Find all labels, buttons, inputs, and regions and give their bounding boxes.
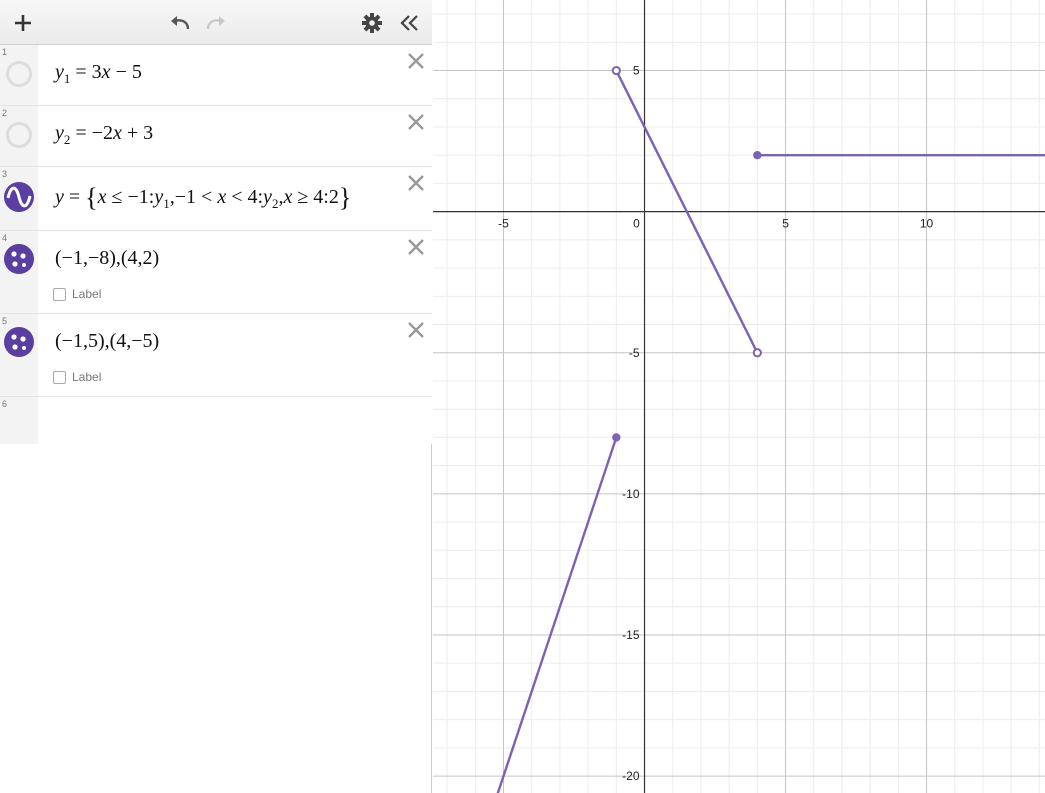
point-dots-icon[interactable] — [3, 243, 35, 275]
expression-number: 6 — [2, 399, 8, 409]
redo-icon — [206, 16, 225, 30]
x-tick-label: 0 — [633, 217, 640, 231]
close-icon[interactable] — [406, 237, 426, 257]
graph-wave-icon[interactable] — [3, 181, 35, 213]
undo-icon — [171, 16, 190, 30]
hidden-circle-icon[interactable] — [3, 58, 35, 90]
toolbar — [0, 0, 432, 45]
piecewise-curve[interactable] — [495, 69, 1045, 793]
expression-latex[interactable]: y2 = −2x + 3 — [55, 122, 153, 148]
expression-row-5[interactable]: 5 (−1,5),(4,−5) Label — [0, 314, 432, 397]
expression-gutter: 1 — [0, 45, 38, 105]
closed-point — [753, 151, 762, 160]
expression-row-6[interactable]: 6 — [0, 397, 432, 444]
expression-latex[interactable]: y = {x ≤ −1:y1,−1 < x < 4:y2,x ≥ 4:2} — [55, 183, 351, 213]
expression-row-2[interactable]: 2 y2 = −2x + 3 — [0, 106, 432, 167]
label-text: Label — [72, 370, 102, 384]
y-tick-label: -15 — [622, 628, 640, 642]
x-tick-label: -5 — [498, 217, 509, 231]
axes — [433, 0, 1045, 793]
close-icon[interactable] — [406, 320, 426, 340]
label-toggle[interactable]: Label — [53, 287, 101, 301]
expression-latex[interactable]: (−1,5),(4,−5) — [55, 330, 159, 353]
expression-row-3[interactable]: 3 y = {x ≤ −1:y1,−1 < x < 4:y2,x ≥ 4:2} — [0, 167, 432, 231]
double-chevron-left-icon — [400, 15, 418, 31]
points[interactable] — [611, 65, 762, 442]
expression-row-1[interactable]: 1 y1 = 3x − 5 — [0, 45, 432, 106]
expression-gutter: 5 — [0, 314, 38, 396]
hidden-circle-icon[interactable] — [3, 119, 35, 151]
tick-labels: -5 0 5 10 5 -5 -10 -15 -20 — [498, 64, 933, 784]
plus-icon — [15, 15, 31, 31]
redo-button[interactable] — [201, 8, 231, 38]
add-expression-button[interactable] — [8, 8, 38, 38]
expression-gutter: 2 — [0, 106, 38, 166]
expression-number: 5 — [2, 316, 8, 326]
open-point — [752, 348, 762, 358]
open-point — [611, 65, 621, 76]
expression-number: 2 — [2, 108, 8, 118]
close-icon[interactable] — [406, 173, 426, 193]
expression-number: 3 — [2, 169, 8, 179]
expression-gutter: 4 — [0, 231, 38, 313]
label-checkbox[interactable] — [53, 370, 66, 384]
expression-panel: 1 y1 = 3x − 5 2 y2 = −2x + 3 3 y = {x ≤ … — [0, 0, 432, 793]
expression-gutter: 6 — [0, 397, 38, 444]
label-checkbox[interactable] — [53, 287, 66, 301]
undo-button[interactable] — [165, 8, 195, 38]
expression-gutter: 3 — [0, 167, 38, 230]
expression-latex[interactable]: y1 = 3x − 5 — [55, 61, 142, 87]
y-tick-label: -10 — [622, 487, 640, 501]
y-tick-label: 5 — [633, 64, 640, 78]
x-tick-label: 5 — [782, 217, 789, 231]
minor-grid — [433, 0, 1045, 793]
settings-button[interactable] — [357, 8, 387, 38]
major-grid — [433, 0, 1045, 793]
expression-number: 4 — [2, 233, 8, 243]
point-dots-icon[interactable] — [3, 326, 35, 358]
y-tick-label: -5 — [629, 346, 640, 360]
label-text: Label — [72, 287, 102, 301]
graph-canvas[interactable]: -5 0 5 10 5 -5 -10 -15 -20 — [433, 0, 1045, 793]
curve-segment — [496, 436, 618, 793]
collapse-panel-button[interactable] — [394, 8, 424, 38]
close-icon[interactable] — [406, 112, 426, 132]
closed-point — [612, 433, 621, 442]
expression-row-4[interactable]: 4 (−1,−8),(4,2) Label — [0, 231, 432, 314]
label-toggle[interactable]: Label — [53, 370, 101, 384]
y-tick-label: -20 — [622, 769, 640, 783]
gear-icon — [362, 13, 382, 33]
close-icon[interactable] — [406, 51, 426, 71]
x-tick-label: 10 — [920, 217, 934, 231]
expression-latex[interactable]: (−1,−8),(4,2) — [55, 247, 159, 270]
expression-number: 1 — [2, 47, 8, 57]
